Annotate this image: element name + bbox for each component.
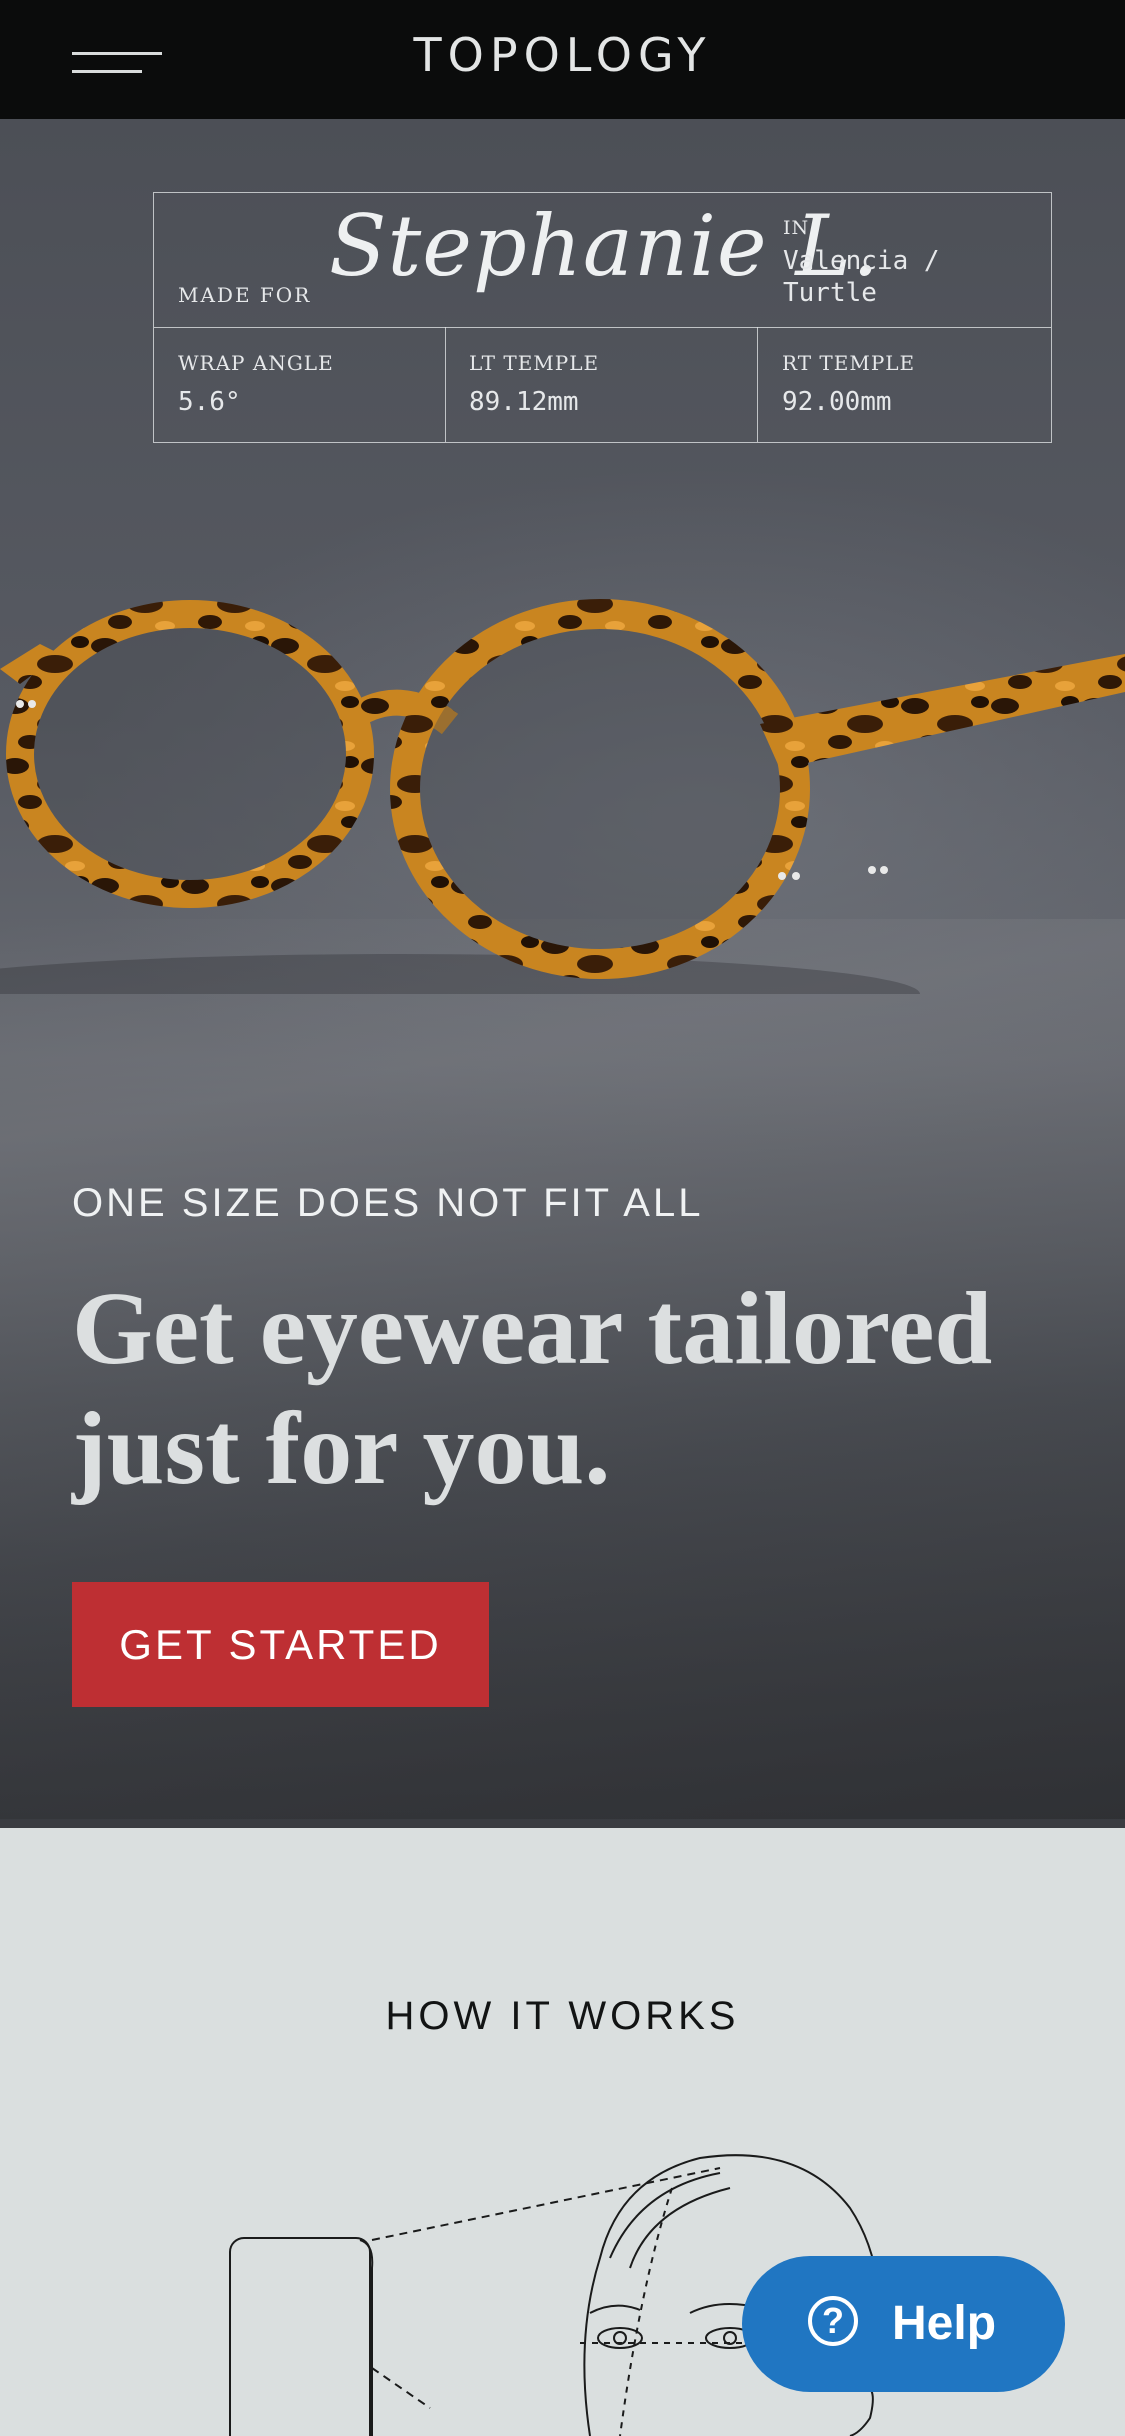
personalized-spec-card: MADE FOR Stephanie L. IN Valencia / Turt… [153, 192, 1052, 443]
spec-label: LT TEMPLE [469, 351, 600, 375]
spec-value: 92.00mm [782, 387, 892, 417]
top-nav-bar: TOPOLOGY [0, 0, 1125, 119]
spec-label: WRAP ANGLE [178, 351, 334, 375]
made-for-label: MADE FOR [178, 283, 312, 307]
hero-headline: Get eyewear tailored just for you. [72, 1271, 993, 1506]
question-circle-icon: ? [808, 2296, 858, 2346]
hero-eyebrow: ONE SIZE DOES NOT FIT ALL [72, 1181, 704, 1225]
spec-cell-rt-temple: RT TEMPLE 92.00mm [758, 327, 1051, 442]
spec-value: 5.6° [178, 387, 241, 417]
help-button[interactable]: ? Help [742, 2256, 1065, 2392]
frame-in-label: IN [783, 217, 810, 239]
brand-logo[interactable]: TOPOLOGY [0, 28, 1125, 82]
how-it-works-title: HOW IT WORKS [385, 1994, 740, 2038]
tortoiseshell-glasses-image [0, 599, 1125, 994]
spec-cell-wrap-angle: WRAP ANGLE 5.6° [154, 327, 446, 442]
frame-name: Valencia / Turtle [783, 246, 940, 308]
spec-card-header-row: MADE FOR Stephanie L. IN Valencia / Turt… [154, 193, 1051, 328]
spec-cell-lt-temple: LT TEMPLE 89.12mm [445, 327, 758, 442]
hero-section: MADE FOR Stephanie L. IN Valencia / Turt… [0, 119, 1125, 1828]
spec-value: 89.12mm [469, 387, 579, 417]
help-label: Help [892, 2297, 997, 2350]
spec-label: RT TEMPLE [782, 351, 916, 375]
get-started-button[interactable]: GET STARTED [72, 1582, 489, 1707]
